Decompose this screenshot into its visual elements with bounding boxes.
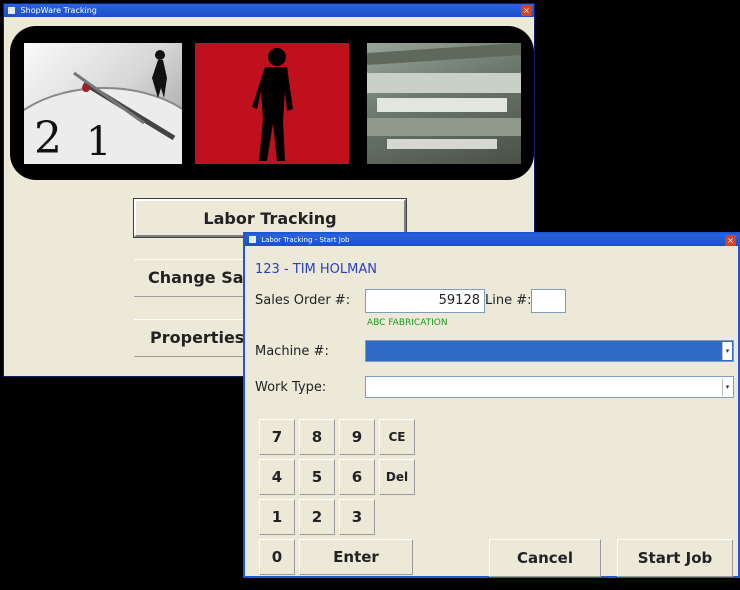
main-window-title: ShopWare Tracking [20, 6, 97, 15]
machine-select[interactable]: ▾ [365, 340, 734, 362]
main-window-titlebar: ShopWare Tracking × [4, 4, 534, 17]
svg-text:2: 2 [34, 113, 62, 164]
key-0[interactable]: 0 [259, 539, 295, 575]
machine-label: Machine #: [255, 344, 329, 359]
key-ce[interactable]: CE [379, 419, 415, 455]
silhouette-person-image [195, 43, 349, 164]
employee-label: 123 - TIM HOLMAN [255, 262, 377, 277]
close-icon[interactable]: × [725, 235, 736, 246]
key-3[interactable]: 3 [339, 499, 375, 535]
key-8[interactable]: 8 [299, 419, 335, 455]
banner: 2 1 [10, 26, 534, 180]
key-del[interactable]: Del [379, 459, 415, 495]
start-job-button[interactable]: Start Job [617, 539, 733, 577]
key-7[interactable]: 7 [259, 419, 295, 455]
key-4[interactable]: 4 [259, 459, 295, 495]
work-type-label: Work Type: [255, 380, 327, 395]
svg-text:1: 1 [86, 119, 111, 164]
machinery-image [367, 43, 521, 164]
enter-button[interactable]: Enter [299, 539, 413, 575]
key-2[interactable]: 2 [299, 499, 335, 535]
key-1[interactable]: 1 [259, 499, 295, 535]
work-type-select[interactable]: ▾ [365, 376, 734, 398]
app-icon [249, 236, 256, 243]
sales-order-label: Sales Order #: [255, 293, 351, 308]
clock-silhouette-image: 2 1 [24, 43, 182, 164]
customer-name: ABC FABRICATION [367, 318, 448, 328]
key-9[interactable]: 9 [339, 419, 375, 455]
close-icon[interactable]: × [521, 5, 532, 16]
start-job-dialog: Labor Tracking - Start Job × 123 - TIM H… [243, 232, 740, 578]
chevron-down-icon[interactable]: ▾ [722, 342, 732, 360]
dialog-title: Labor Tracking - Start Job [261, 236, 350, 244]
line-label: Line #: [485, 293, 532, 308]
chevron-down-icon[interactable]: ▾ [722, 378, 732, 396]
dialog-titlebar: Labor Tracking - Start Job × [245, 234, 738, 246]
app-icon [8, 7, 15, 14]
key-6[interactable]: 6 [339, 459, 375, 495]
line-input[interactable] [531, 289, 566, 313]
sales-order-input[interactable]: 59128 [365, 289, 485, 313]
cancel-button[interactable]: Cancel [489, 539, 601, 577]
key-5[interactable]: 5 [299, 459, 335, 495]
